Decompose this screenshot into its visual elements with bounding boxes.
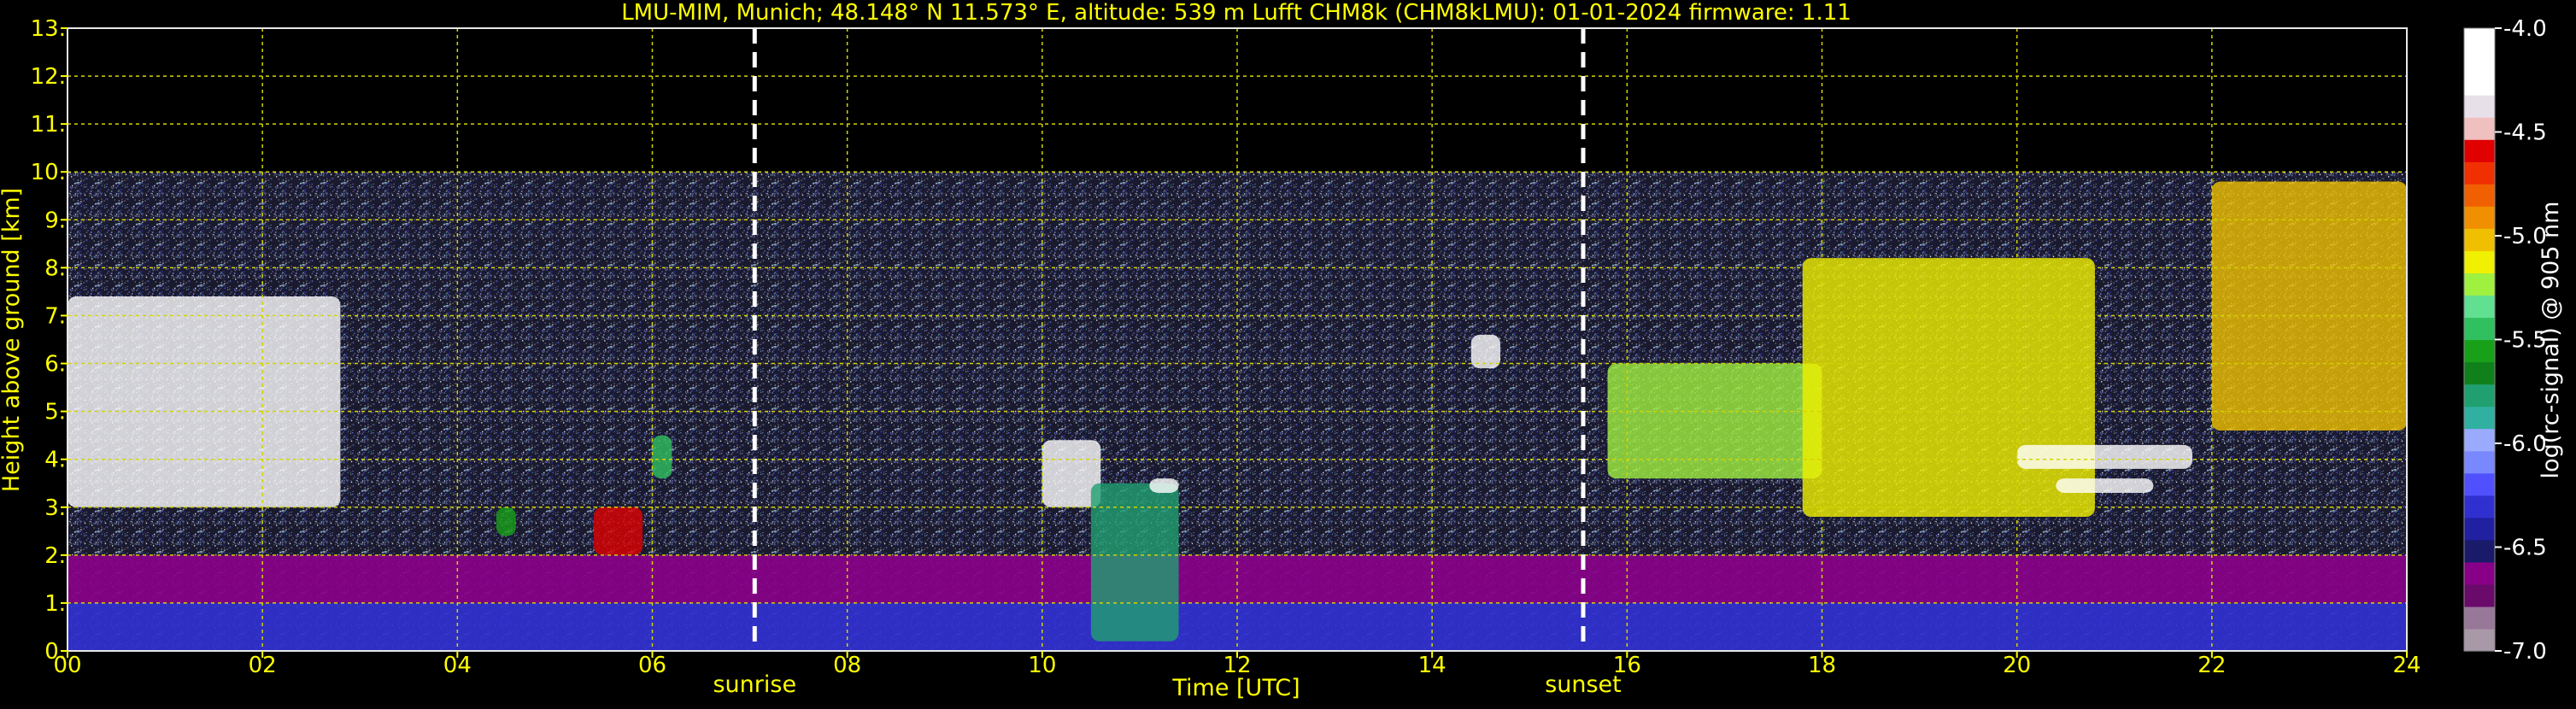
colorbar-segment — [2464, 428, 2495, 452]
layer-cloud-12 — [2016, 444, 2193, 469]
colorbar-tick-label: -4.0 — [2503, 16, 2547, 42]
x-tick-label: 10 — [1028, 653, 1056, 678]
y-axis-label: Height above ground [km] — [0, 188, 25, 492]
lidar-backscatter-chart: sunrise sunset 00 02 04 06 08 10 12 14 16 18 20 22 24… — [0, 0, 2576, 706]
layer-cloud-11 — [1802, 258, 2095, 517]
colorbar-segment — [2464, 472, 2495, 496]
colorbar-segment — [2464, 628, 2495, 652]
colorbar: -7.0-6.5-6.0-5.5-5.0-4.5-4.0 — [2463, 16, 2547, 665]
colorbar-label: log(rc-signal) @ 905 nm — [2538, 202, 2564, 479]
colorbar-tick-label: -6.5 — [2503, 536, 2547, 561]
y-tick-label: 4. — [44, 448, 66, 473]
x-tick-label: 20 — [2003, 653, 2031, 678]
sunrise-label: sunrise — [713, 671, 796, 698]
x-axis-label: Time [UTC] — [1171, 675, 1300, 701]
colorbar-segment — [2464, 317, 2495, 341]
colorbar-segment — [2464, 583, 2495, 607]
y-tick-label: 12. — [31, 64, 66, 90]
y-tick-label: 2. — [44, 543, 66, 569]
colorbar-segment — [2464, 28, 2495, 51]
x-tick-label: 02 — [249, 653, 277, 678]
layer-cloud-10 — [1607, 363, 1822, 479]
x-tick-label: 18 — [1808, 653, 1836, 678]
x-tick-label: 22 — [2198, 653, 2226, 678]
colorbar-segment — [2464, 95, 2495, 118]
colorbar-segment — [2464, 295, 2495, 319]
y-tick-label: 1. — [44, 591, 66, 617]
x-tick-label: 16 — [1613, 653, 1641, 678]
x-tick-label: 04 — [443, 653, 472, 678]
colorbar-segment — [2464, 139, 2495, 162]
layer-cloud-13 — [2056, 478, 2154, 493]
x-tick-label: 08 — [833, 653, 861, 678]
colorbar-segment — [2464, 206, 2495, 229]
colorbar-segment — [2464, 250, 2495, 273]
y-tick-label: 0. — [44, 639, 66, 665]
colorbar-segment — [2464, 384, 2495, 407]
x-tick-label: 24 — [2392, 653, 2421, 678]
colorbar-segment — [2464, 517, 2495, 541]
colorbar-segment — [2464, 50, 2495, 73]
x-tick-label: 14 — [1418, 653, 1446, 678]
colorbar-segment — [2464, 161, 2495, 185]
sunset-label: sunset — [1545, 671, 1622, 698]
layer-cloud-3 — [496, 507, 516, 536]
layer-cloud-14 — [2211, 181, 2407, 431]
colorbar-segment — [2464, 73, 2495, 96]
layer-cloud-4 — [594, 507, 643, 555]
colorbar-segment — [2464, 406, 2495, 430]
chart-title: LMU-MIM, Munich; 48.148° N 11.573° E, al… — [621, 0, 1851, 26]
layer-cloud-2 — [67, 296, 341, 507]
colorbar-segment — [2464, 339, 2495, 363]
y-tick-label: 6. — [44, 352, 66, 378]
colorbar-segment — [2464, 561, 2495, 585]
colorbar-tick-label: -4.5 — [2503, 120, 2547, 146]
colorbar-segment — [2464, 606, 2495, 630]
colorbar-tick-label: -7.0 — [2503, 639, 2547, 665]
colorbar-segment — [2464, 117, 2495, 140]
layer-cloud-8 — [1149, 478, 1179, 493]
colorbar-segment — [2464, 361, 2495, 385]
y-tick-label: 3. — [44, 495, 66, 521]
colorbar-segment — [2464, 272, 2495, 296]
colorbar-segment — [2464, 450, 2495, 474]
colorbar-segment — [2464, 228, 2495, 251]
y-tick-label: 9. — [44, 208, 66, 233]
chart-canvas: sunrise sunset 00 02 04 06 08 10 12 14 16 18 20 22 24… — [0, 0, 2564, 701]
colorbar-segment — [2464, 184, 2495, 207]
colorbar-segment — [2464, 495, 2495, 519]
colorbar-segment — [2464, 539, 2495, 563]
y-tick-label: 10. — [31, 160, 66, 185]
layer-cloud-5 — [652, 435, 672, 479]
y-tick-label: 5. — [44, 400, 66, 425]
y-tick-label: 13. — [31, 16, 66, 42]
y-tick-label: 7. — [44, 303, 66, 329]
y-tick-label: 8. — [44, 255, 66, 281]
y-tick-label: 11. — [31, 112, 66, 138]
x-tick-label: 06 — [638, 653, 666, 678]
